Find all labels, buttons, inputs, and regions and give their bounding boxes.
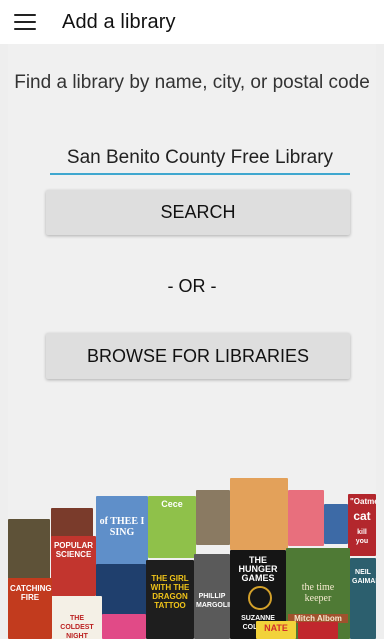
search-button[interactable]: SEARCH [46, 190, 350, 235]
app-bar: Add a library [0, 0, 384, 44]
book-cover-collage: POPULAR SCIENCE of THEE I SING Cece "Oat… [8, 464, 376, 639]
book-cover: NATE [256, 621, 296, 639]
book-cover [298, 622, 338, 639]
book-cover [230, 478, 288, 550]
book-cover [324, 504, 348, 544]
book-cover: NEIL GAIMAN [350, 558, 376, 639]
book-cover [8, 519, 50, 579]
book-cover: THE GIRL WITH THE DRAGON TATTOO [146, 560, 194, 639]
book-cover: Cece [148, 496, 196, 558]
book-cover [96, 564, 146, 616]
page-title: Add a library [62, 10, 176, 33]
book-cover [288, 490, 324, 546]
search-prompt: Find a library by name, city, or postal … [14, 72, 370, 93]
book-cover [196, 490, 230, 545]
or-divider: - OR - [167, 276, 217, 296]
book-cover: POPULAR SCIENCE [51, 536, 96, 596]
library-search-input[interactable] [50, 143, 350, 175]
book-cover: THE COLDEST NIGHT [52, 596, 102, 639]
hamburger-menu-icon[interactable] [14, 14, 36, 30]
book-cover: CATCHING FIRE [8, 578, 52, 639]
book-cover [102, 614, 146, 639]
book-cover: "Oatme cat kill you [348, 494, 376, 556]
book-cover: PHILLIP MARGOLIN [194, 554, 230, 639]
browse-libraries-button[interactable]: BROWSE FOR LIBRARIES [46, 333, 350, 379]
add-library-panel: Find a library by name, city, or postal … [8, 44, 376, 639]
